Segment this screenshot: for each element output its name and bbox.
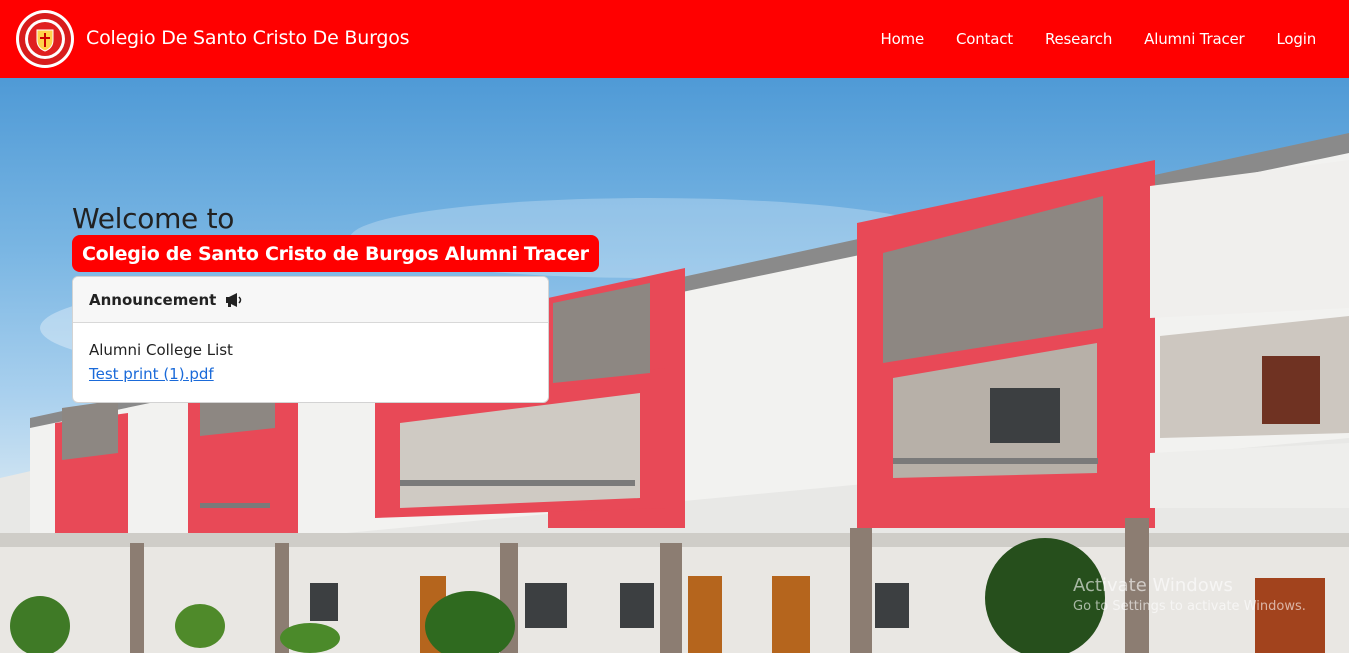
- nav-home[interactable]: Home: [880, 30, 924, 48]
- announcement-card: Announcement Alumni College List Test pr…: [72, 276, 549, 403]
- watermark-title: Activate Windows: [1073, 575, 1233, 596]
- nav-alumni-tracer[interactable]: Alumni Tracer: [1144, 30, 1245, 48]
- announcement-header: Announcement: [73, 277, 548, 323]
- watermark-subtitle: Go to Settings to activate Windows.: [1073, 599, 1306, 614]
- welcome-heading: Welcome to: [72, 202, 235, 235]
- announcement-title: Announcement: [89, 290, 217, 309]
- announcement-file-link[interactable]: Test print (1).pdf: [89, 365, 214, 383]
- nav-links: Home Contact Research Alumni Tracer Logi…: [848, 30, 1316, 48]
- brand-name[interactable]: Colegio De Santo Cristo De Burgos: [86, 27, 410, 49]
- nav-login[interactable]: Login: [1277, 30, 1317, 48]
- nav-contact[interactable]: Contact: [956, 30, 1013, 48]
- alumni-tracer-badge: Colegio de Santo Cristo de Burgos Alumni…: [72, 235, 599, 272]
- megaphone-icon: [226, 292, 242, 307]
- announcement-item-title: Alumni College List: [89, 341, 233, 359]
- school-logo[interactable]: [15, 9, 75, 69]
- nav-research[interactable]: Research: [1045, 30, 1112, 48]
- navbar: Colegio De Santo Cristo De Burgos Home C…: [0, 0, 1349, 78]
- windows-activation-watermark: Activate Windows Go to Settings to activ…: [1073, 575, 1306, 614]
- announcement-body: Alumni College List Test print (1).pdf: [73, 323, 548, 401]
